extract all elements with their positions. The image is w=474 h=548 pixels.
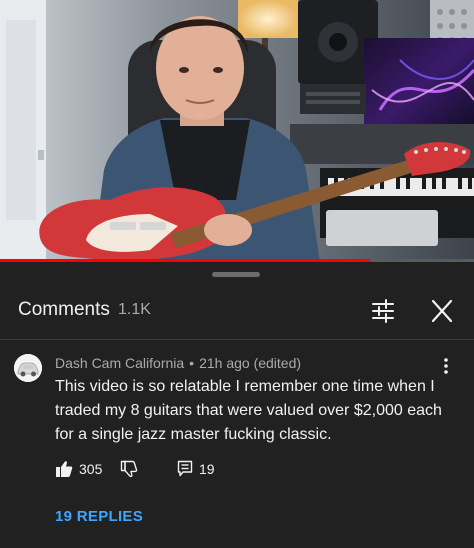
comment-time: 21h ago (edited) [199,355,302,371]
drag-handle[interactable] [212,272,260,277]
video-player[interactable] [0,0,474,262]
dislike-button[interactable] [120,458,138,480]
sort-filter-button[interactable] [366,296,400,326]
comment-meta: Dash Cam California • 21h ago (edited) [55,355,301,371]
comments-title: Comments [18,299,110,320]
close-icon [431,299,453,323]
commenter-avatar[interactable] [14,354,42,382]
thumbs-up-icon [56,461,73,477]
reply-button[interactable]: 19 [177,458,215,480]
car-avatar-icon [14,354,42,382]
comments-screen: Comments 1.1K Dash Cam California • 21h … [0,0,474,548]
comment-text: This video is so relatable I remember on… [55,378,442,443]
comments-sheet: Comments 1.1K Dash Cam California • 21h … [0,262,474,548]
thumbs-down-icon [120,460,138,478]
reply-icon [177,460,193,477]
comment-author[interactable]: Dash Cam California [55,355,184,371]
reply-count: 19 [199,461,215,477]
more-vert-icon [444,358,448,374]
comments-count: 1.1K [118,301,151,318]
video-frame-image [0,0,474,262]
meta-separator: • [189,355,195,371]
like-button[interactable]: 305 [55,458,102,480]
close-button[interactable] [426,296,458,326]
sliders-icon [372,299,394,323]
view-replies-link[interactable]: 19 REPLIES [55,508,143,525]
like-count: 305 [79,461,103,477]
comment-more-button[interactable] [438,355,454,377]
header-divider [0,339,474,340]
